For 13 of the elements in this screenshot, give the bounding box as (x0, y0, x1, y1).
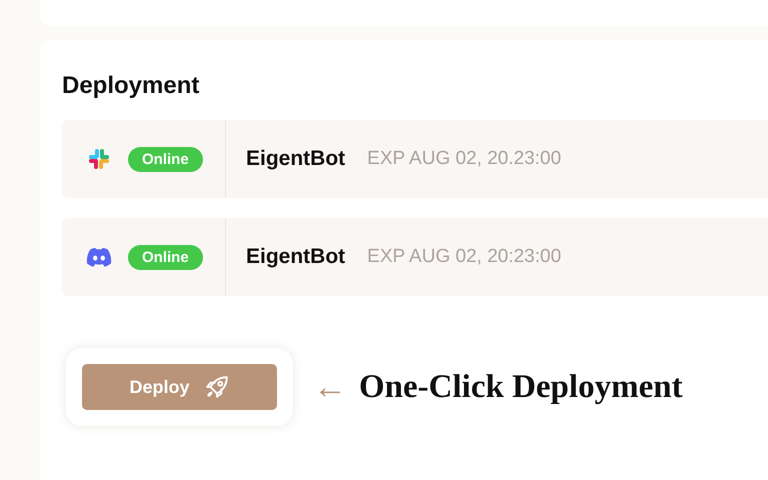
expiry-text: EXP AUG 02, 20:23:00 (367, 246, 562, 268)
bot-name: EigentBot (246, 245, 346, 269)
game-controller-icon (86, 245, 112, 269)
status-badge: Online (128, 244, 203, 270)
hash-logo-icon (86, 147, 112, 171)
rocket-icon (204, 374, 230, 400)
expiry-text: EXP AUG 02, 20.23:00 (367, 148, 562, 170)
deploy-button[interactable]: Deploy (82, 364, 277, 410)
status-badge: Online (128, 146, 203, 172)
annotation-text: One-Click Deployment (359, 368, 683, 406)
arrow-annotation: ← (313, 370, 347, 404)
bot-name: EigentBot (246, 147, 346, 171)
section-title: Deployment (62, 72, 200, 100)
